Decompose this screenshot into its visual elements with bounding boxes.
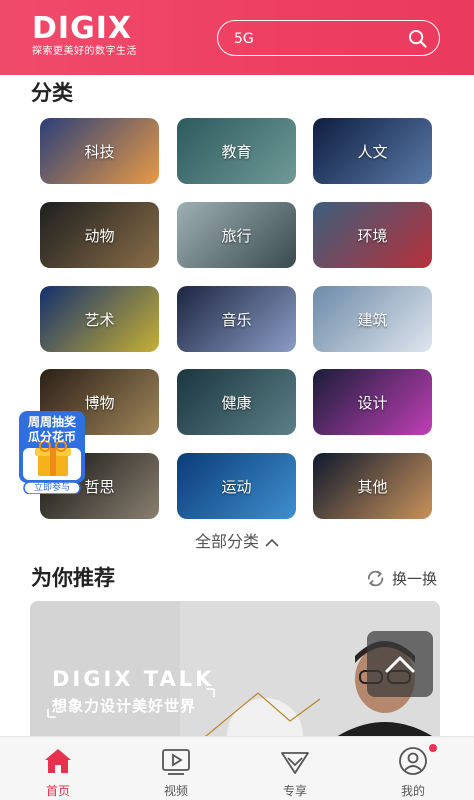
category-label: 旅行 bbox=[221, 226, 252, 245]
search-icon[interactable] bbox=[408, 29, 427, 48]
tab-video[interactable]: 视频 bbox=[136, 737, 216, 800]
promo-line-2: 瓜分花币 bbox=[27, 430, 76, 444]
category-tile[interactable]: 其他 bbox=[313, 453, 432, 519]
category-label: 音乐 bbox=[221, 310, 252, 329]
category-label: 哲思 bbox=[84, 477, 115, 496]
video-icon bbox=[162, 749, 190, 775]
category-tile[interactable]: 科技 bbox=[40, 118, 159, 184]
category-label: 教育 bbox=[221, 142, 252, 161]
category-label: 人文 bbox=[357, 142, 388, 161]
category-label: 其他 bbox=[357, 477, 388, 496]
chevron-up-icon bbox=[385, 656, 415, 673]
tab-video-label: 视频 bbox=[163, 784, 188, 798]
category-tile[interactable]: 建筑 bbox=[313, 286, 432, 352]
all-categories-toggle[interactable]: 全部分类 bbox=[0, 528, 474, 552]
category-tile[interactable]: 音乐 bbox=[177, 286, 296, 352]
tab-home[interactable]: 首页 bbox=[18, 737, 98, 800]
logo-tagline: 探索更美好的数字生活 bbox=[32, 46, 137, 57]
refresh-button[interactable]: 换一换 bbox=[365, 566, 437, 590]
tab-mine-label: 我的 bbox=[400, 784, 425, 798]
bottom-tab-bar: 首页 视频 专享 我的 bbox=[0, 736, 474, 800]
category-label: 科技 bbox=[84, 142, 115, 161]
category-tile[interactable]: 动物 bbox=[40, 202, 159, 268]
chevron-up-icon bbox=[265, 538, 279, 547]
tab-mine[interactable]: 我的 bbox=[373, 737, 453, 800]
category-tile[interactable]: 环境 bbox=[313, 202, 432, 268]
category-grid: 科技 教育 人文 动物 旅行 环境 艺术 音乐 建筑 博物 健康 设计 哲思 运… bbox=[40, 118, 432, 520]
tab-exclusive[interactable]: 专享 bbox=[255, 737, 335, 800]
logo-wordmark: DIGIX bbox=[32, 11, 132, 46]
category-tile[interactable]: 人文 bbox=[313, 118, 432, 184]
banner-title: DIGIX TALK bbox=[52, 667, 215, 691]
back-to-top-button[interactable] bbox=[367, 631, 433, 697]
category-label: 艺术 bbox=[84, 310, 115, 329]
all-categories-label: 全部分类 bbox=[194, 532, 259, 551]
category-tile[interactable]: 教育 bbox=[177, 118, 296, 184]
recommend-title: 为你推荐 bbox=[31, 566, 115, 590]
categories-title: 分类 bbox=[31, 81, 73, 105]
refresh-label: 换一换 bbox=[392, 569, 438, 588]
category-label: 设计 bbox=[357, 393, 388, 412]
promo-widget[interactable]: 周周抽奖 瓜分花币 立即参与 bbox=[18, 410, 86, 494]
category-label: 建筑 bbox=[357, 310, 388, 329]
search-input[interactable]: 5G bbox=[234, 30, 254, 48]
promo-cta: 立即参与 bbox=[33, 483, 70, 493]
category-label: 健康 bbox=[221, 393, 252, 412]
refresh-icon bbox=[367, 570, 384, 586]
category-label: 博物 bbox=[84, 393, 115, 412]
search-bar[interactable]: 5G bbox=[217, 20, 440, 56]
notification-dot bbox=[429, 744, 437, 752]
app-logo[interactable]: DIGIX 探索更美好的数字生活 bbox=[32, 14, 137, 58]
diamond-icon bbox=[281, 752, 309, 774]
user-icon bbox=[399, 747, 427, 775]
tab-exclusive-label: 专享 bbox=[282, 784, 307, 798]
category-tile[interactable]: 运动 bbox=[177, 453, 296, 519]
app-header: DIGIX 探索更美好的数字生活 5G bbox=[0, 0, 474, 75]
promo-line-1: 周周抽奖 bbox=[27, 415, 76, 429]
category-tile[interactable]: 旅行 bbox=[177, 202, 296, 268]
category-tile[interactable]: 艺术 bbox=[40, 286, 159, 352]
category-label: 环境 bbox=[357, 226, 388, 245]
category-label: 运动 bbox=[221, 477, 252, 496]
category-tile[interactable]: 健康 bbox=[177, 369, 296, 435]
category-tile[interactable]: 设计 bbox=[313, 369, 432, 435]
banner-subtitle: 想象力设计美好世界 bbox=[52, 697, 197, 715]
category-label: 动物 bbox=[84, 226, 115, 245]
tab-home-label: 首页 bbox=[45, 784, 70, 798]
home-icon bbox=[45, 749, 71, 773]
